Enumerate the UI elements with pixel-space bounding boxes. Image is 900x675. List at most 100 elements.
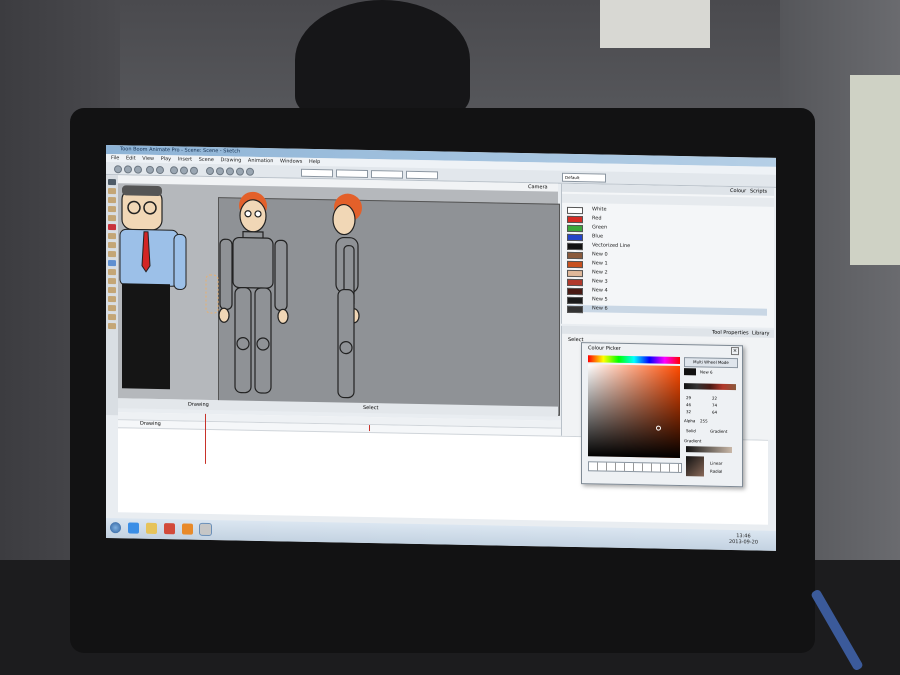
menu-insert[interactable]: Insert [178,155,192,163]
playhead[interactable] [205,413,206,464]
swatch-name: Vectorized Line [592,242,631,250]
hand-icon[interactable] [108,278,116,285]
firefox-icon[interactable] [182,523,193,535]
hsv-v[interactable]: 64 [712,410,717,415]
brush-icon[interactable] [108,197,116,204]
gradient-slider[interactable] [686,446,732,454]
keyframe-marker[interactable] [369,425,370,432]
sound-icon[interactable] [246,167,254,176]
start-button-icon[interactable] [110,522,121,534]
ellipse-icon[interactable] [108,233,116,240]
undo-icon[interactable] [146,165,154,174]
gradient-radial-option[interactable]: Radial [710,469,722,474]
start-field[interactable] [336,169,368,179]
redo-icon[interactable] [156,165,164,175]
tab-tool-properties[interactable]: Tool Properties [712,330,749,337]
current-colour-swatch [684,368,696,376]
morph-icon[interactable] [108,323,116,330]
paste-icon[interactable] [190,166,198,175]
text-icon[interactable] [108,215,116,222]
drawing-viewport[interactable] [118,183,560,416]
bone-icon[interactable] [108,314,116,321]
copy-icon[interactable] [180,166,188,175]
tab-colour[interactable]: Colour [730,188,746,194]
polyline-icon[interactable] [108,251,116,258]
loop-icon[interactable] [236,167,244,176]
save-icon[interactable] [134,165,142,174]
fps-field[interactable] [406,170,438,180]
swatch-chip [567,251,583,260]
stop-field[interactable] [371,170,403,179]
swatch-chip [567,224,583,233]
frame-field[interactable] [301,168,333,178]
close-icon[interactable]: × [731,347,739,356]
character-man-with-tie [119,185,187,390]
multi-wheel-mode-button[interactable]: Multi Wheel Mode [684,357,738,369]
media-player-icon[interactable] [164,523,175,535]
play-icon[interactable] [216,167,224,176]
hue-slider[interactable] [588,355,680,365]
rgb-r[interactable]: 29 [686,395,691,400]
swatch-chip [567,305,583,314]
swatch-name: Blue [592,233,604,240]
play-forward-icon[interactable] [226,167,234,176]
fill-solid-option[interactable]: Solid [686,428,696,433]
new-icon[interactable] [114,165,122,174]
menu-edit[interactable]: Edit [126,154,136,162]
window-title: Toon Boom Animate Pro - Scene: Scene - S… [120,146,241,155]
hsv-h[interactable]: 22 [712,396,717,401]
colour-picker-title: Colour Picker [588,345,621,352]
swatch-chip [567,206,583,215]
palette-select[interactable]: Default [562,172,606,183]
pencil-icon[interactable] [108,206,116,213]
tab-library[interactable]: Library [752,330,769,336]
play-back-icon[interactable] [206,166,214,176]
swatch-name: New 4 [592,287,608,294]
gradient-linear-option[interactable]: Linear [710,461,722,466]
file-explorer-icon[interactable] [146,522,157,534]
select-tool-icon[interactable] [108,179,116,186]
selection-box[interactable] [205,274,219,314]
colour-history-row[interactable] [588,461,682,474]
wall-paper [600,0,710,48]
rotate-view-icon[interactable] [108,296,116,303]
toon-boom-taskbar-icon[interactable] [199,522,212,537]
alpha-value[interactable]: 255 [700,418,708,423]
fill-gradient-option[interactable]: Gradient [710,429,727,434]
clock-date: 2013-09-20 [728,538,758,546]
alpha-label: Alpha [684,418,696,424]
swatch-name: White [592,206,607,213]
paint-icon[interactable] [108,260,116,267]
internet-explorer-icon[interactable] [128,522,139,534]
menu-play[interactable]: Play [161,155,171,163]
colour-panel: Colour Scripts White Red Green Blue Vectoriz… [561,183,774,328]
character-drawing[interactable] [118,183,558,406]
menu-view[interactable]: View [142,155,154,163]
swatch-chip [567,260,583,269]
character-front-view [218,191,289,394]
status-label: Select [363,404,379,412]
transform-icon[interactable] [108,305,116,312]
dropper-icon[interactable] [108,269,116,276]
cut-icon[interactable] [170,166,178,175]
rectangle-icon[interactable] [108,242,116,249]
swatch-name: Green [592,224,608,231]
swatch-item[interactable]: New 6 [567,304,767,316]
open-icon[interactable] [124,165,132,174]
hsv-s[interactable]: 74 [712,403,717,408]
saturation-value-area[interactable] [588,364,680,459]
camera-tab[interactable]: Camera [528,184,548,190]
recent-colours[interactable] [684,383,736,391]
gradient-preview [686,456,704,477]
system-clock[interactable]: 13:46 2013-09-20 [728,533,758,546]
rgb-g[interactable]: 46 [686,402,691,407]
picker-cursor[interactable] [656,425,661,431]
eraser-icon[interactable] [108,224,116,231]
zoom-label[interactable]: Drawing [188,402,209,408]
zoom-icon[interactable] [108,287,116,294]
menu-file[interactable]: File [111,154,119,162]
rgb-b[interactable]: 32 [686,409,691,414]
menu-help[interactable]: Help [309,158,320,166]
tab-scripts[interactable]: Scripts [750,188,767,194]
contour-editor-icon[interactable] [108,188,116,195]
